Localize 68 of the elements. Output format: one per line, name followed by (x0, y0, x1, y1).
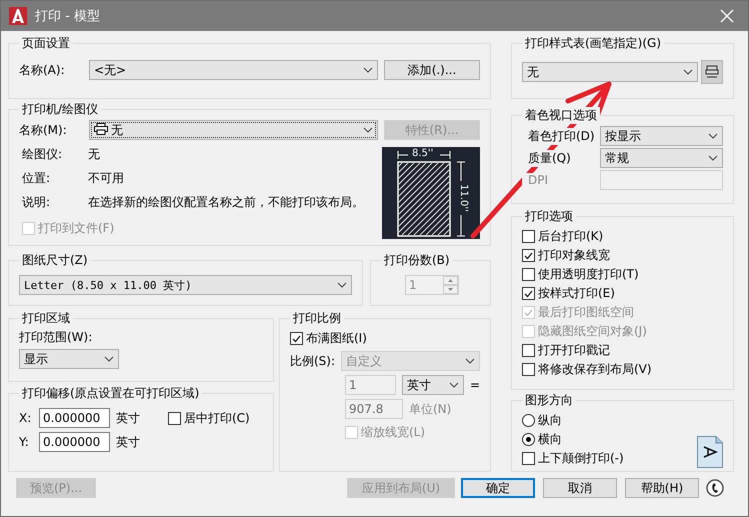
number-field[interactable]: 907.8 (345, 399, 403, 419)
checkbox-label: 打印到文件(F) (38, 220, 114, 237)
checkbox-label: 将修改保存到布局(V) (538, 361, 652, 378)
plot-range-dropdown[interactable]: 显示 (19, 349, 119, 369)
checkbox-label: 打开打印戳记 (538, 342, 610, 359)
name-dropdown[interactable]: <无> (89, 60, 378, 80)
radio-button[interactable] (522, 433, 535, 446)
caret-icon (337, 282, 347, 288)
field-label: X: (19, 411, 33, 425)
checkbox-label: 使用透明度打印(T) (538, 266, 639, 283)
group-title: 着色视口选项 (522, 107, 600, 124)
checkbox[interactable] (522, 230, 535, 243)
caret-icon (465, 358, 475, 364)
dialog-button[interactable]: 确定 (461, 478, 535, 498)
caret-icon (708, 133, 718, 139)
checkbox-label: 上下颠倒打印(-) (538, 450, 624, 467)
radio-label: 纵向 (538, 412, 562, 429)
style-table-dropdown[interactable]: 无 (522, 62, 698, 82)
field-label: 英寸 (116, 434, 140, 450)
checkbox-label: 隐藏图纸空间对象(J) (538, 323, 647, 340)
app-logo-icon (9, 7, 27, 25)
field-label: 英寸 (116, 410, 140, 426)
checkbox[interactable] (522, 363, 535, 376)
caret-icon (683, 69, 693, 75)
checkbox-label: 居中打印(C) (184, 410, 250, 426)
checkbox[interactable] (290, 332, 303, 345)
checkbox-label: 后台打印(K) (538, 228, 604, 245)
orientation-page-icon (697, 436, 723, 468)
checkbox[interactable] (522, 268, 535, 281)
checkbox[interactable] (522, 249, 535, 262)
number-field[interactable]: 1 (345, 375, 396, 395)
field-label: 比例(S): (290, 352, 336, 370)
caret-icon (104, 356, 114, 362)
radio-button[interactable] (522, 414, 535, 427)
help-phone-icon[interactable] (706, 479, 724, 497)
caret-icon (363, 127, 373, 133)
paper-size-dropdown[interactable]: Letter (8.50 x 11.00 英寸) (19, 275, 352, 295)
add-button[interactable]: 添加(.)... (384, 60, 480, 80)
group-title: 打印区域 (19, 310, 73, 327)
printer-icon (94, 122, 108, 134)
caret-icon (448, 382, 459, 388)
dialog-button[interactable]: 取消 (543, 478, 617, 498)
caret-icon (363, 67, 373, 73)
dialog-button[interactable]: 帮助(H) (625, 478, 699, 498)
shade-dropdown[interactable]: 常规 (600, 148, 723, 168)
checkbox-label: 缩放线宽(L) (361, 424, 426, 441)
checkbox-label: 布满图纸(I) (306, 330, 367, 347)
shade-dropdown[interactable]: 按显示 (600, 126, 723, 146)
window-title: 打印 - 模型 (35, 8, 101, 25)
checkbox-label: 按样式打印(E) (538, 285, 615, 302)
printer-dropdown[interactable]: 无 (89, 120, 378, 140)
number-field[interactable]: 0.000000 (39, 408, 110, 428)
close-icon[interactable] (720, 9, 734, 23)
checkbox[interactable] (522, 344, 535, 357)
checkbox[interactable] (522, 452, 535, 465)
checkbox[interactable] (522, 287, 535, 300)
radio-label: 横向 (538, 431, 562, 448)
checkbox-label: 打印对象线宽 (538, 247, 610, 264)
unit-dropdown[interactable]: 英寸 (402, 375, 464, 395)
edit-printer-icon[interactable] (701, 60, 723, 84)
field-label: 单位(N) (409, 400, 452, 418)
checkbox[interactable] (168, 412, 181, 424)
spin-arrows-icon (443, 276, 458, 294)
number-field[interactable]: 0.000000 (39, 432, 110, 452)
width-label: 8.5'' (412, 148, 434, 159)
group-title: 打印选项 (522, 208, 576, 225)
checkbox-label: 最后打印图纸空间 (538, 304, 634, 321)
caret-icon (708, 155, 718, 161)
